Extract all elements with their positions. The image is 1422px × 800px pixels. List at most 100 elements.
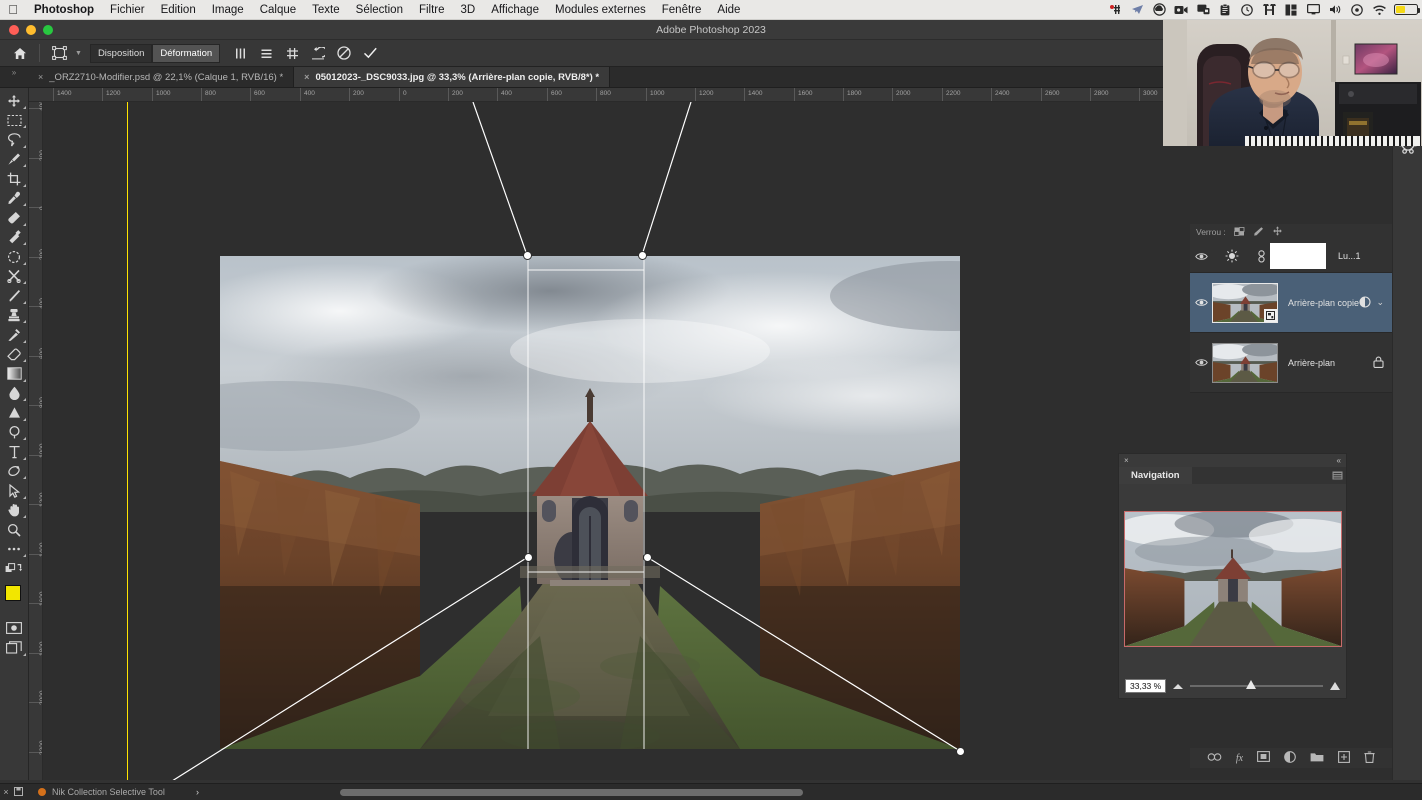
edit-toolbar[interactable] — [0, 540, 28, 560]
segment-deformation[interactable]: Déformation — [152, 43, 221, 63]
frame-tool[interactable] — [0, 247, 28, 267]
panel-menu-icon[interactable] — [1328, 467, 1346, 484]
layer-thumbnail[interactable] — [1212, 342, 1278, 383]
dodge-tool[interactable] — [0, 403, 28, 423]
screen-record-icon[interactable] — [1170, 5, 1192, 15]
home-icon[interactable] — [8, 42, 32, 64]
airplay-icon[interactable] — [1302, 4, 1324, 15]
link-mask-icon[interactable] — [1252, 249, 1270, 263]
hand-tool[interactable] — [0, 501, 28, 521]
horizontal-scrollbar[interactable]: › — [190, 786, 1150, 799]
segment-disposition[interactable]: Disposition — [89, 43, 153, 63]
new-group-icon[interactable] — [1310, 751, 1324, 765]
zoom-out-icon[interactable] — [1173, 683, 1184, 689]
chevron-right-icon[interactable]: › — [196, 787, 199, 797]
gradient-tool[interactable] — [0, 325, 28, 345]
document-tab-dsc9033[interactable]: × 05012023-_DSC9033.jpg @ 33,3% (Arrière… — [294, 67, 611, 87]
wifi-icon[interactable] — [1368, 4, 1390, 15]
menu-item-selection[interactable]: Sélection — [348, 0, 411, 20]
history-brush-tool[interactable] — [0, 286, 28, 306]
menu-item-texte[interactable]: Texte — [304, 0, 348, 20]
document-tab-orz2710[interactable]: × _ORZ2710-Modifier.psd @ 22,1% (Calque … — [28, 67, 295, 87]
close-icon[interactable]: × — [1124, 456, 1129, 465]
close-small-icon[interactable]: × — [0, 787, 12, 797]
handle-top-right[interactable] — [637, 250, 647, 260]
marquee-tool[interactable] — [0, 111, 28, 131]
smart-filter-icon[interactable] — [1359, 295, 1372, 310]
menu-item-fichier[interactable]: Fichier — [102, 0, 153, 20]
reset-icon[interactable] — [306, 42, 330, 64]
gradient-fill-tool[interactable] — [0, 364, 28, 384]
menu-item-fenetre[interactable]: Fenêtre — [654, 0, 710, 20]
zoom-in-icon[interactable] — [1330, 682, 1340, 690]
spotlight-search-icon[interactable] — [1258, 3, 1280, 16]
tool-preset-chevron-down-icon[interactable]: ▼ — [75, 50, 82, 57]
time-machine-icon[interactable] — [1346, 3, 1368, 16]
scrollbar-thumb[interactable] — [340, 789, 803, 796]
save-small-icon[interactable] — [12, 786, 24, 798]
navigator-panel[interactable]: × « Navigation 33,33 % — [1118, 453, 1347, 699]
dropbox-icon[interactable] — [1104, 4, 1126, 16]
foreground-color-swatch[interactable] — [5, 584, 21, 601]
link-layers-icon[interactable] — [1207, 752, 1222, 764]
handle-bottom-left[interactable] — [523, 552, 533, 562]
clipboard-icon[interactable] — [1214, 3, 1236, 16]
layer-name[interactable]: Arrière-plan copie — [1288, 298, 1359, 308]
fx-icon[interactable]: fx — [1236, 753, 1243, 764]
eye-icon[interactable] — [1190, 358, 1212, 367]
telegram-icon[interactable] — [1126, 4, 1148, 15]
split-horizontal-icon[interactable] — [254, 42, 278, 64]
lock-transparent-icon[interactable] — [1233, 226, 1245, 238]
collapse-icon[interactable]: « — [1337, 456, 1341, 465]
object-selection-tool[interactable] — [0, 150, 28, 170]
menu-item-edition[interactable]: Edition — [153, 0, 204, 20]
control-center-icon[interactable] — [1280, 4, 1302, 16]
stamp-tool[interactable] — [0, 306, 28, 326]
menu-item-aide[interactable]: Aide — [709, 0, 748, 20]
close-icon[interactable]: × — [38, 72, 43, 82]
default-colors-icon[interactable] — [0, 559, 28, 579]
eye-icon[interactable] — [1190, 252, 1212, 261]
eraser-tool[interactable] — [0, 345, 28, 365]
transform-tool-icon[interactable] — [47, 42, 71, 64]
layer-name[interactable]: Arrière-plan — [1288, 358, 1373, 368]
path-selection-tool[interactable] — [0, 462, 28, 482]
navigator-thumbnail[interactable] — [1123, 511, 1342, 647]
tab-overflow-icon[interactable]: » — [0, 67, 28, 87]
zoom-value-input[interactable]: 33,33 % — [1125, 679, 1167, 693]
menu-item-image[interactable]: Image — [204, 0, 252, 20]
display-lock-icon[interactable] — [1192, 4, 1214, 15]
vertical-ruler[interactable]: 4002000200400600800100012001400160018002… — [29, 102, 43, 780]
grid-icon[interactable] — [280, 42, 304, 64]
eye-icon[interactable] — [1190, 298, 1212, 307]
menu-item-affichage[interactable]: Affichage — [483, 0, 547, 20]
layer-mask-thumbnail[interactable] — [1270, 243, 1326, 269]
lock-position-icon[interactable] — [1272, 226, 1283, 238]
layer-row-luminosity[interactable]: Lu...1 — [1190, 240, 1392, 273]
new-layer-icon[interactable] — [1338, 750, 1351, 766]
minimize-button[interactable] — [26, 24, 36, 35]
zoom-slider-knob[interactable] — [1245, 680, 1256, 689]
quick-mask-toggle[interactable] — [0, 619, 28, 639]
handle-outer-bottom-right[interactable] — [955, 746, 965, 756]
zoom-button[interactable] — [43, 24, 53, 35]
layer-row-arriere-plan-copie[interactable]: Arrière-plan copie ⌄ — [1190, 273, 1392, 333]
spot-healing-tool[interactable] — [0, 208, 28, 228]
lasso-tool[interactable] — [0, 130, 28, 150]
adjustment-layer-icon[interactable] — [1284, 750, 1296, 766]
creative-cloud-icon[interactable] — [1148, 3, 1170, 16]
apple-icon[interactable]:  — [0, 2, 26, 17]
chevron-down-icon[interactable]: ⌄ — [1376, 297, 1384, 308]
cancel-icon[interactable] — [332, 42, 356, 64]
delete-layer-icon[interactable] — [1364, 750, 1375, 766]
menu-item-modules-externes[interactable]: Modules externes — [547, 0, 654, 20]
navigator-body[interactable] — [1119, 484, 1346, 674]
clock-icon[interactable] — [1236, 3, 1258, 16]
menu-item-photoshop[interactable]: Photoshop — [26, 0, 102, 20]
direct-selection-tool[interactable] — [0, 481, 28, 501]
layer-thumbnail[interactable] — [1212, 282, 1278, 323]
tab-navigation[interactable]: Navigation — [1119, 467, 1192, 484]
menu-item-filtre[interactable]: Filtre — [411, 0, 453, 20]
clone-stamp-tool[interactable] — [0, 267, 28, 287]
eyedropper-tool[interactable] — [0, 189, 28, 209]
